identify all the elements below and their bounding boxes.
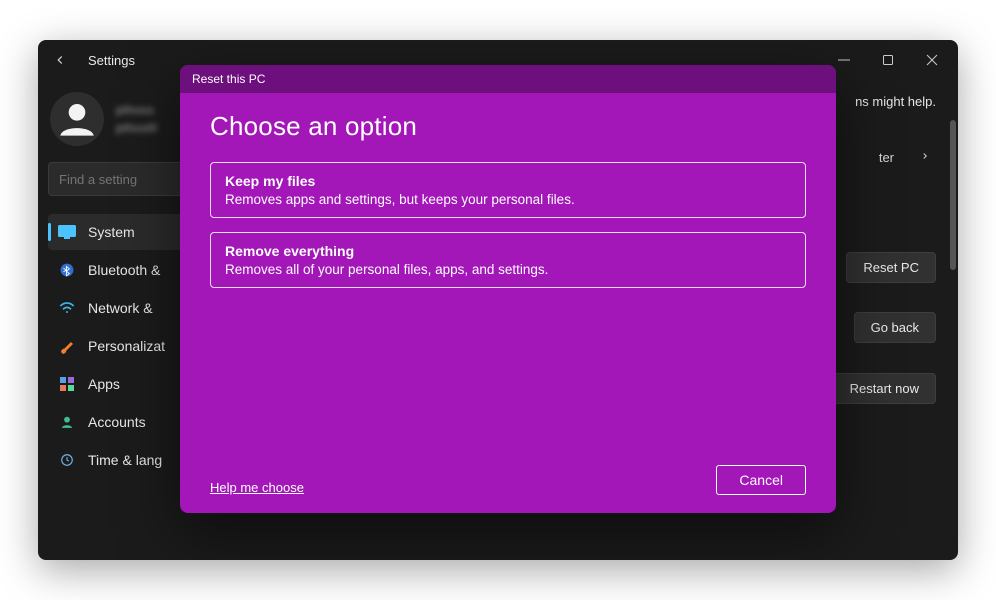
reset-pc-row-label: ter	[879, 150, 894, 165]
sidebar-item-label: Network &	[88, 300, 153, 316]
sidebar-item-label: System	[88, 224, 135, 240]
clock-globe-icon	[58, 451, 76, 469]
user-email-line: pthoslll	[116, 121, 157, 135]
go-back-button[interactable]: Go back	[854, 312, 936, 343]
apps-icon	[58, 375, 76, 393]
settings-window: Settings pthoss pthoslll	[38, 40, 958, 560]
scrollbar-thumb[interactable]	[950, 120, 956, 270]
sidebar-item-label: Personalizat	[88, 338, 165, 354]
person-icon	[58, 413, 76, 431]
display-icon	[58, 223, 76, 241]
scrollbar[interactable]	[950, 120, 956, 420]
sidebar-item-label: Time & lang	[88, 452, 162, 468]
help-me-choose-link[interactable]: Help me choose	[210, 480, 304, 495]
restart-now-button[interactable]: Restart now	[833, 373, 936, 404]
user-name-line: pthoss	[116, 103, 157, 117]
reset-pc-button[interactable]: Reset PC	[846, 252, 936, 283]
sidebar-item-label: Accounts	[88, 414, 146, 430]
reset-this-pc-dialog: Reset this PC Choose an option Keep my f…	[180, 65, 836, 513]
back-button[interactable]	[46, 46, 74, 74]
close-button[interactable]	[910, 45, 954, 75]
avatar	[50, 92, 104, 146]
option-desc: Removes all of your personal files, apps…	[225, 262, 791, 277]
sidebar-item-label: Bluetooth &	[88, 262, 160, 278]
dialog-title: Reset this PC	[192, 72, 265, 86]
option-title: Keep my files	[225, 173, 791, 189]
cancel-button[interactable]: Cancel	[716, 465, 806, 495]
window-title: Settings	[88, 53, 135, 68]
wifi-icon	[58, 299, 76, 317]
bluetooth-icon	[58, 261, 76, 279]
sidebar-item-label: Apps	[88, 376, 120, 392]
option-remove-everything[interactable]: Remove everything Removes all of your pe…	[210, 232, 806, 288]
brush-icon	[58, 337, 76, 355]
maximize-button[interactable]	[866, 45, 910, 75]
chevron-right-icon	[914, 148, 936, 166]
dialog-heading: Choose an option	[210, 111, 806, 142]
user-info: pthoss pthoslll	[116, 103, 157, 135]
dialog-titlebar: Reset this PC	[180, 65, 836, 93]
option-title: Remove everything	[225, 243, 791, 259]
option-desc: Removes apps and settings, but keeps you…	[225, 192, 791, 207]
option-keep-my-files[interactable]: Keep my files Removes apps and settings,…	[210, 162, 806, 218]
